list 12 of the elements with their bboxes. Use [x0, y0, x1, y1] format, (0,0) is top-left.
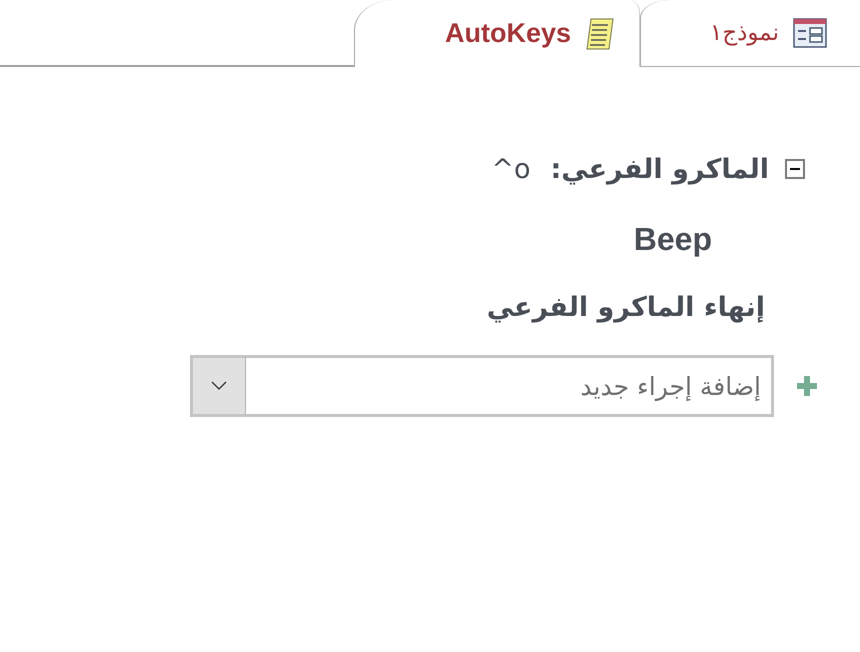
add-icon [796, 375, 818, 397]
scroll-icon [585, 16, 615, 52]
collapse-toggle[interactable] [785, 159, 805, 179]
macro-action[interactable]: Beep [634, 220, 712, 258]
add-action-field[interactable]: إضافة إجراء جديد [246, 355, 774, 417]
form-icon [793, 18, 827, 48]
macro-action[interactable]: إنهاء الماكرو الفرعي [486, 292, 765, 322]
submacro-name: ^o [491, 154, 530, 184]
document-tab[interactable]: نموذج١ [640, 0, 860, 67]
chevron-down-icon [211, 381, 227, 391]
document-tab[interactable]: AutoKeys [354, 0, 640, 67]
submacro-label: الماكرو الفرعي: [550, 154, 769, 184]
